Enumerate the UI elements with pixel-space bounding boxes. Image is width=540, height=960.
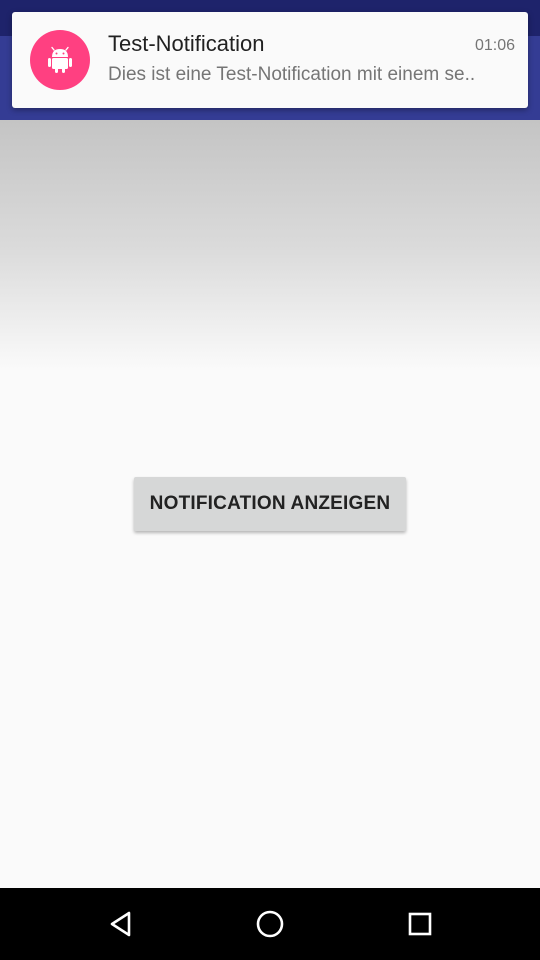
notification-title: Test-Notification [108, 31, 265, 56]
notification-time: 01:06 [474, 37, 515, 54]
home-icon [256, 910, 284, 938]
notification-shade-shadow [0, 120, 540, 370]
back-icon [110, 911, 131, 937]
home-button[interactable] [250, 904, 290, 944]
show-notification-button[interactable]: NOTIFICATION ANZEIGEN [134, 477, 406, 531]
recents-icon [408, 912, 432, 936]
navigation-bar [0, 888, 540, 960]
back-button[interactable] [101, 904, 141, 944]
recents-button[interactable] [400, 904, 440, 944]
heads-up-notification[interactable]: Test-Notification 01:06 Dies ist eine Te… [12, 12, 528, 108]
notification-app-icon [30, 30, 90, 90]
notification-text: Dies ist eine Test-Notification mit eine… [108, 64, 476, 85]
android-icon [48, 46, 72, 73]
screen: Test-Notification 01:06 Dies ist eine Te… [0, 0, 540, 960]
